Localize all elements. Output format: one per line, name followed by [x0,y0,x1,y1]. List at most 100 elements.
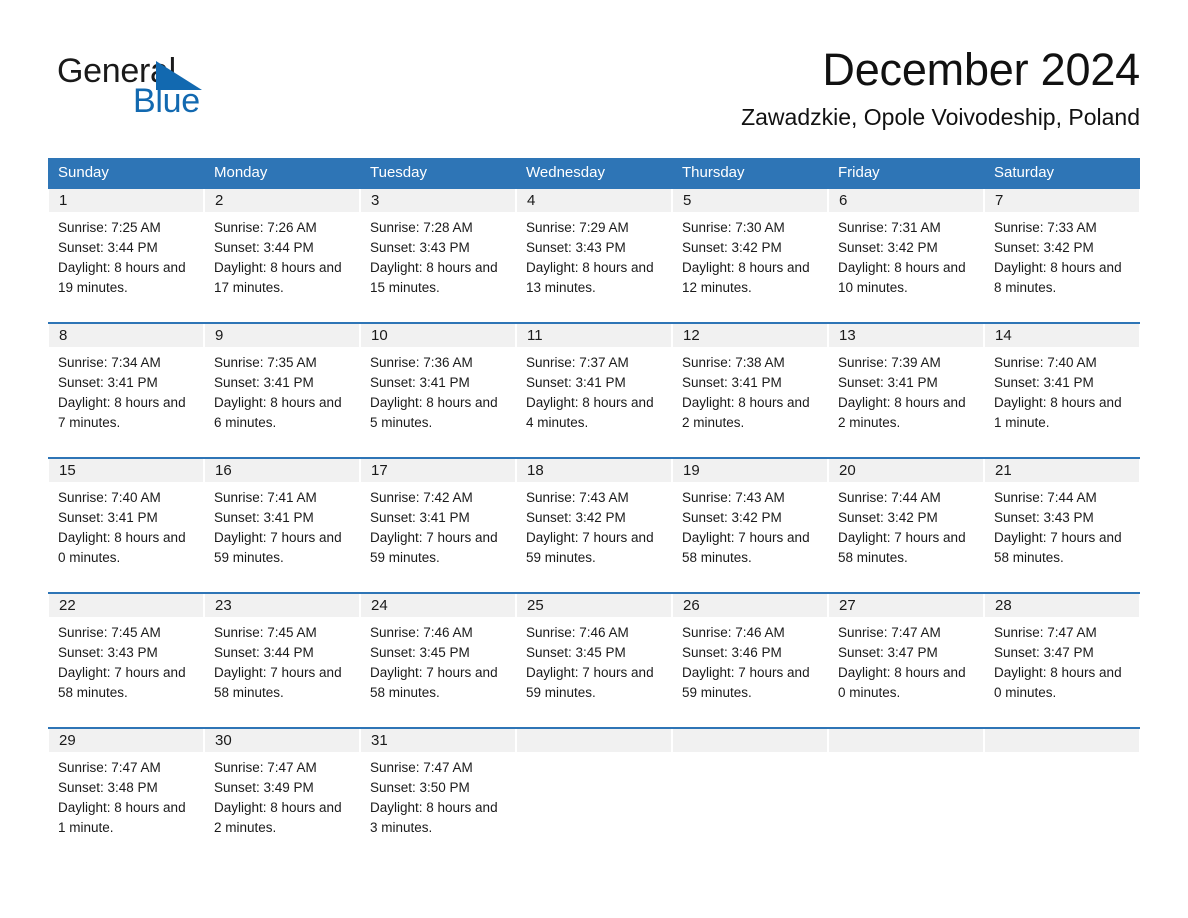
day-cell[interactable]: 14 Sunrise: 7:40 AM Sunset: 3:41 PM Dayl… [984,324,1140,457]
day-cell[interactable]: 31 Sunrise: 7:47 AM Sunset: 3:50 PM Dayl… [360,729,516,847]
day-cell[interactable]: 8 Sunrise: 7:34 AM Sunset: 3:41 PM Dayli… [48,324,204,457]
day-info: Sunrise: 7:25 AM Sunset: 3:44 PM Dayligh… [48,212,204,298]
daylight-text: Daylight: 8 hours and 8 minutes. [994,260,1122,295]
page-header: General Blue December 2024 Zawadzkie, Op… [48,44,1140,144]
sunset-text: Sunset: 3:43 PM [994,510,1094,525]
day-number-band: 25 [517,594,671,617]
sunset-text: Sunset: 3:42 PM [838,240,938,255]
day-cell[interactable]: 20 Sunrise: 7:44 AM Sunset: 3:42 PM Dayl… [828,459,984,592]
day-cell[interactable]: 1 Sunrise: 7:25 AM Sunset: 3:44 PM Dayli… [48,189,204,322]
day-cell[interactable]: 28 Sunrise: 7:47 AM Sunset: 3:47 PM Dayl… [984,594,1140,727]
day-cell[interactable]: 18 Sunrise: 7:43 AM Sunset: 3:42 PM Dayl… [516,459,672,592]
day-number: 15 [59,462,76,479]
day-number: 27 [839,597,856,614]
day-number-band: 23 [205,594,359,617]
sunset-text: Sunset: 3:43 PM [58,645,158,660]
day-cell[interactable]: 3 Sunrise: 7:28 AM Sunset: 3:43 PM Dayli… [360,189,516,322]
day-cell[interactable]: 4 Sunrise: 7:29 AM Sunset: 3:43 PM Dayli… [516,189,672,322]
day-info: Sunrise: 7:44 AM Sunset: 3:42 PM Dayligh… [828,482,984,568]
day-number-band [985,729,1139,752]
daylight-text: Daylight: 8 hours and 4 minutes. [526,395,654,430]
day-cell[interactable]: 29 Sunrise: 7:47 AM Sunset: 3:48 PM Dayl… [48,729,204,847]
day-number-band: 5 [673,189,827,212]
day-number-band [517,729,671,752]
day-cell[interactable]: 5 Sunrise: 7:30 AM Sunset: 3:42 PM Dayli… [672,189,828,322]
day-number: 29 [59,732,76,749]
general-blue-logo[interactable]: General Blue [57,54,317,134]
sunrise-text: Sunrise: 7:28 AM [370,220,473,235]
day-number: 14 [995,327,1012,344]
day-number: 9 [215,327,224,344]
day-cell[interactable]: 17 Sunrise: 7:42 AM Sunset: 3:41 PM Dayl… [360,459,516,592]
sunrise-text: Sunrise: 7:29 AM [526,220,629,235]
day-info: Sunrise: 7:29 AM Sunset: 3:43 PM Dayligh… [516,212,672,298]
day-info: Sunrise: 7:30 AM Sunset: 3:42 PM Dayligh… [672,212,828,298]
weekday-header-friday: Friday [838,164,880,181]
weekday-header-wednesday: Wednesday [526,164,605,181]
sunrise-text: Sunrise: 7:46 AM [370,625,473,640]
day-number-band: 6 [829,189,983,212]
sunset-text: Sunset: 3:44 PM [58,240,158,255]
sunrise-text: Sunrise: 7:41 AM [214,490,317,505]
day-cell[interactable]: 30 Sunrise: 7:47 AM Sunset: 3:49 PM Dayl… [204,729,360,847]
day-cell[interactable]: 12 Sunrise: 7:38 AM Sunset: 3:41 PM Dayl… [672,324,828,457]
day-cell[interactable]: 23 Sunrise: 7:45 AM Sunset: 3:44 PM Dayl… [204,594,360,727]
day-cell[interactable]: 13 Sunrise: 7:39 AM Sunset: 3:41 PM Dayl… [828,324,984,457]
calendar-week-row: 1 Sunrise: 7:25 AM Sunset: 3:44 PM Dayli… [48,187,1140,322]
day-info: Sunrise: 7:41 AM Sunset: 3:41 PM Dayligh… [204,482,360,568]
day-cell[interactable]: 7 Sunrise: 7:33 AM Sunset: 3:42 PM Dayli… [984,189,1140,322]
daylight-text: Daylight: 8 hours and 15 minutes. [370,260,498,295]
day-cell[interactable]: 15 Sunrise: 7:40 AM Sunset: 3:41 PM Dayl… [48,459,204,592]
day-number-band: 17 [361,459,515,482]
daylight-text: Daylight: 8 hours and 17 minutes. [214,260,342,295]
day-number: 13 [839,327,856,344]
day-cell-empty [828,729,984,847]
sunrise-text: Sunrise: 7:47 AM [838,625,941,640]
day-number-band: 26 [673,594,827,617]
sunset-text: Sunset: 3:49 PM [214,780,314,795]
sunset-text: Sunset: 3:43 PM [526,240,626,255]
sunset-text: Sunset: 3:41 PM [682,375,782,390]
day-cell[interactable]: 10 Sunrise: 7:36 AM Sunset: 3:41 PM Dayl… [360,324,516,457]
day-cell[interactable]: 9 Sunrise: 7:35 AM Sunset: 3:41 PM Dayli… [204,324,360,457]
calendar-week-row: 15 Sunrise: 7:40 AM Sunset: 3:41 PM Dayl… [48,457,1140,592]
sunrise-text: Sunrise: 7:46 AM [682,625,785,640]
sunset-text: Sunset: 3:42 PM [682,240,782,255]
day-info: Sunrise: 7:28 AM Sunset: 3:43 PM Dayligh… [360,212,516,298]
day-number-band: 28 [985,594,1139,617]
daylight-text: Daylight: 8 hours and 7 minutes. [58,395,186,430]
day-number: 12 [683,327,700,344]
day-cell[interactable]: 24 Sunrise: 7:46 AM Sunset: 3:45 PM Dayl… [360,594,516,727]
sunrise-text: Sunrise: 7:43 AM [526,490,629,505]
day-cell[interactable]: 2 Sunrise: 7:26 AM Sunset: 3:44 PM Dayli… [204,189,360,322]
day-info: Sunrise: 7:47 AM Sunset: 3:47 PM Dayligh… [828,617,984,703]
sunrise-text: Sunrise: 7:45 AM [214,625,317,640]
day-cell[interactable]: 25 Sunrise: 7:46 AM Sunset: 3:45 PM Dayl… [516,594,672,727]
sunset-text: Sunset: 3:41 PM [214,375,314,390]
day-cell[interactable]: 22 Sunrise: 7:45 AM Sunset: 3:43 PM Dayl… [48,594,204,727]
day-number-band: 1 [49,189,203,212]
day-info: Sunrise: 7:45 AM Sunset: 3:43 PM Dayligh… [48,617,204,703]
daylight-text: Daylight: 7 hours and 58 minutes. [994,530,1122,565]
day-number: 22 [59,597,76,614]
day-info: Sunrise: 7:38 AM Sunset: 3:41 PM Dayligh… [672,347,828,433]
day-info: Sunrise: 7:42 AM Sunset: 3:41 PM Dayligh… [360,482,516,568]
weekday-header-monday: Monday [214,164,268,181]
weekday-header-row: Sunday Monday Tuesday Wednesday Thursday… [48,158,1140,187]
day-cell[interactable]: 11 Sunrise: 7:37 AM Sunset: 3:41 PM Dayl… [516,324,672,457]
day-cell[interactable]: 16 Sunrise: 7:41 AM Sunset: 3:41 PM Dayl… [204,459,360,592]
day-number-band [829,729,983,752]
sunrise-text: Sunrise: 7:45 AM [58,625,161,640]
day-cell[interactable]: 27 Sunrise: 7:47 AM Sunset: 3:47 PM Dayl… [828,594,984,727]
day-cell[interactable]: 21 Sunrise: 7:44 AM Sunset: 3:43 PM Dayl… [984,459,1140,592]
day-number: 30 [215,732,232,749]
sunrise-text: Sunrise: 7:40 AM [994,355,1097,370]
day-cell[interactable]: 19 Sunrise: 7:43 AM Sunset: 3:42 PM Dayl… [672,459,828,592]
day-number: 18 [527,462,544,479]
sunset-text: Sunset: 3:41 PM [370,510,470,525]
calendar-page: General Blue December 2024 Zawadzkie, Op… [0,0,1188,918]
daylight-text: Daylight: 8 hours and 0 minutes. [838,665,966,700]
day-cell[interactable]: 26 Sunrise: 7:46 AM Sunset: 3:46 PM Dayl… [672,594,828,727]
day-cell[interactable]: 6 Sunrise: 7:31 AM Sunset: 3:42 PM Dayli… [828,189,984,322]
calendar-week-row: 22 Sunrise: 7:45 AM Sunset: 3:43 PM Dayl… [48,592,1140,727]
